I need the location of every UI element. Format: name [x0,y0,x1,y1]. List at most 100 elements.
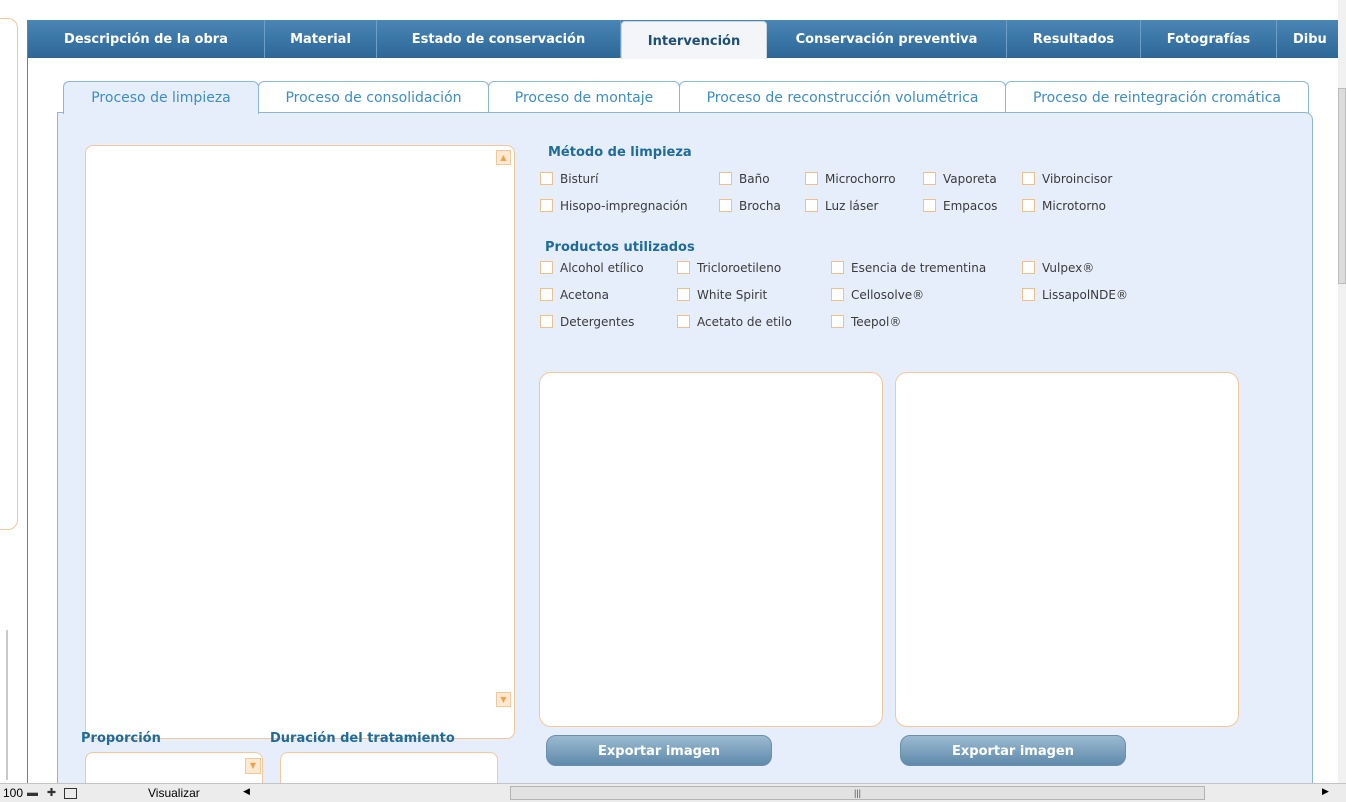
tab-fotografias[interactable]: Fotografías [1141,20,1277,58]
checkbox-label: Cellosolve® [851,288,925,302]
scroll-left-arrow-icon[interactable]: ◀ [243,786,250,797]
zoom-level[interactable]: 100 [3,786,23,800]
checkbox-label: LissapolNDE® [1042,288,1128,302]
checkbox-detergentes[interactable]: Detergentes [540,314,634,330]
app-page: Descripción de la obra Material Estado d… [0,0,1346,802]
tab-conservacion-preventiva[interactable]: Conservación preventiva [767,20,1007,58]
checkbox-box[interactable] [540,172,553,185]
checkbox-teepol[interactable]: Teepol® [831,314,901,330]
checkbox-label: Teepol® [851,315,902,329]
tab-estado-de-conservacion[interactable]: Estado de conservación [377,20,621,58]
checkbox-vulpex[interactable]: Vulpex® [1022,260,1094,276]
checkbox-microchorro[interactable]: Microchorro [805,171,896,187]
checkbox-cellosolve[interactable]: Cellosolve® [831,287,924,303]
checkbox-box[interactable] [540,261,553,274]
checkbox-label: Microtorno [1042,199,1107,213]
checkbox-bano[interactable]: Baño [719,171,770,187]
tab-descripcion-de-la-obra[interactable]: Descripción de la obra [28,20,265,58]
checkbox-microtorno[interactable]: Microtorno [1022,198,1106,214]
status-bar: 100 ▬ ✚ Visualizar ◀ ||| ▶ [0,783,1346,802]
image-container-left[interactable] [539,372,883,727]
productos-utilizados-heading: Productos utilizados [545,240,695,255]
checkbox-label: Brocha [739,199,781,213]
checkbox-box[interactable] [923,199,936,212]
tab-intervencion[interactable]: Intervención [621,21,767,59]
checkbox-empacos[interactable]: Empacos [923,198,997,214]
checkbox-box[interactable] [677,288,690,301]
checkbox-box[interactable] [831,288,844,301]
notes-textarea[interactable] [85,145,515,739]
subtab-proceso-de-reintegracion-cromatica[interactable]: Proceso de reintegración cromática [1005,81,1309,113]
checkbox-vaporeta[interactable]: Vaporeta [923,171,997,187]
tab-material[interactable]: Material [265,20,377,58]
checkbox-box[interactable] [1022,288,1035,301]
main-tab-bar: Descripción de la obra Material Estado d… [28,20,1340,59]
subtab-proceso-de-montaje[interactable]: Proceso de montaje [488,81,680,113]
checkbox-luz-laser[interactable]: Luz láser [805,198,878,214]
checkbox-label: Acetona [560,288,609,302]
scroll-down-arrow-icon[interactable]: ▼ [496,692,511,707]
vertical-scrollbar-thumb[interactable] [1338,88,1346,284]
zoom-in-icon[interactable]: ✚ [45,787,58,800]
metodo-limpieza-heading: Método de limpieza [548,145,692,160]
checkbox-acetona[interactable]: Acetona [540,287,609,303]
tab-resultados[interactable]: Resultados [1007,20,1141,58]
checkbox-box[interactable] [719,172,732,185]
checkbox-box[interactable] [540,315,553,328]
checkbox-lissapolnde[interactable]: LissapolNDE® [1022,287,1128,303]
checkbox-label: White Spirit [697,288,768,302]
checkbox-label: Baño [739,172,770,186]
checkbox-box[interactable] [1022,199,1035,212]
left-panel-edge [0,18,18,530]
checkbox-label: Vibroincisor [1042,172,1113,186]
checkbox-label: Vaporeta [943,172,997,186]
checkbox-label: Microchorro [825,172,896,186]
checkbox-label: Bisturí [560,172,599,186]
checkbox-label: Alcohol etílico [560,261,644,275]
export-image-button-right[interactable]: Exportar imagen [900,735,1126,766]
subtab-proceso-de-reconstruccion-volumetrica[interactable]: Proceso de reconstrucción volumétrica [679,81,1006,113]
checkbox-box[interactable] [923,172,936,185]
checkbox-label: Empacos [943,199,998,213]
duracion-label: Duración del tratamiento [270,731,455,746]
checkbox-white-spirit[interactable]: White Spirit [677,287,767,303]
tab-dibujos-truncated[interactable]: Dibu [1277,20,1340,58]
checkbox-label: Vulpex® [1042,261,1095,275]
scroll-up-arrow-icon[interactable]: ▲ [496,150,511,165]
proporcion-label: Proporción [81,731,161,746]
checkbox-hisopo-impregnacion[interactable]: Hisopo-impregnación [540,198,688,214]
checkbox-tricloroetileno[interactable]: Tricloroetileno [677,260,781,276]
checkbox-box[interactable] [677,261,690,274]
scroll-right-arrow-icon[interactable]: ▶ [1322,786,1329,797]
view-mode-label[interactable]: Visualizar [148,786,200,800]
export-image-button-left[interactable]: Exportar imagen [546,735,772,766]
image-container-right[interactable] [895,372,1239,727]
zoom-out-icon[interactable]: ▬ [26,787,39,800]
checkbox-box[interactable] [831,315,844,328]
checkbox-label: Luz láser [825,199,879,213]
layout-toggle-icon[interactable] [64,788,77,799]
checkbox-brocha[interactable]: Brocha [719,198,781,214]
checkbox-box[interactable] [719,199,732,212]
subtab-proceso-de-limpieza[interactable]: Proceso de limpieza [63,81,259,114]
checkbox-box[interactable] [805,199,818,212]
checkbox-vibroincisor[interactable]: Vibroincisor [1022,171,1112,187]
checkbox-box[interactable] [1022,261,1035,274]
checkbox-box[interactable] [1022,172,1035,185]
checkbox-label: Esencia de trementina [851,261,987,275]
checkbox-box[interactable] [540,199,553,212]
checkbox-box[interactable] [831,261,844,274]
checkbox-label: Hisopo-impregnación [560,199,688,213]
checkbox-box[interactable] [540,288,553,301]
checkbox-box[interactable] [677,315,690,328]
horizontal-scrollbar-thumb[interactable]: ||| [510,786,1205,800]
checkbox-bisturi[interactable]: Bisturí [540,171,598,187]
checkbox-acetato-de-etilo[interactable]: Acetato de etilo [677,314,792,330]
checkbox-label: Acetato de etilo [697,315,792,329]
chevron-down-icon[interactable]: ▼ [245,758,261,774]
subtab-proceso-de-consolidacion[interactable]: Proceso de consolidación [258,81,489,113]
checkbox-box[interactable] [805,172,818,185]
left-divider [6,630,8,780]
checkbox-alcohol-etilico[interactable]: Alcohol etílico [540,260,644,276]
checkbox-esencia-de-trementina[interactable]: Esencia de trementina [831,260,986,276]
